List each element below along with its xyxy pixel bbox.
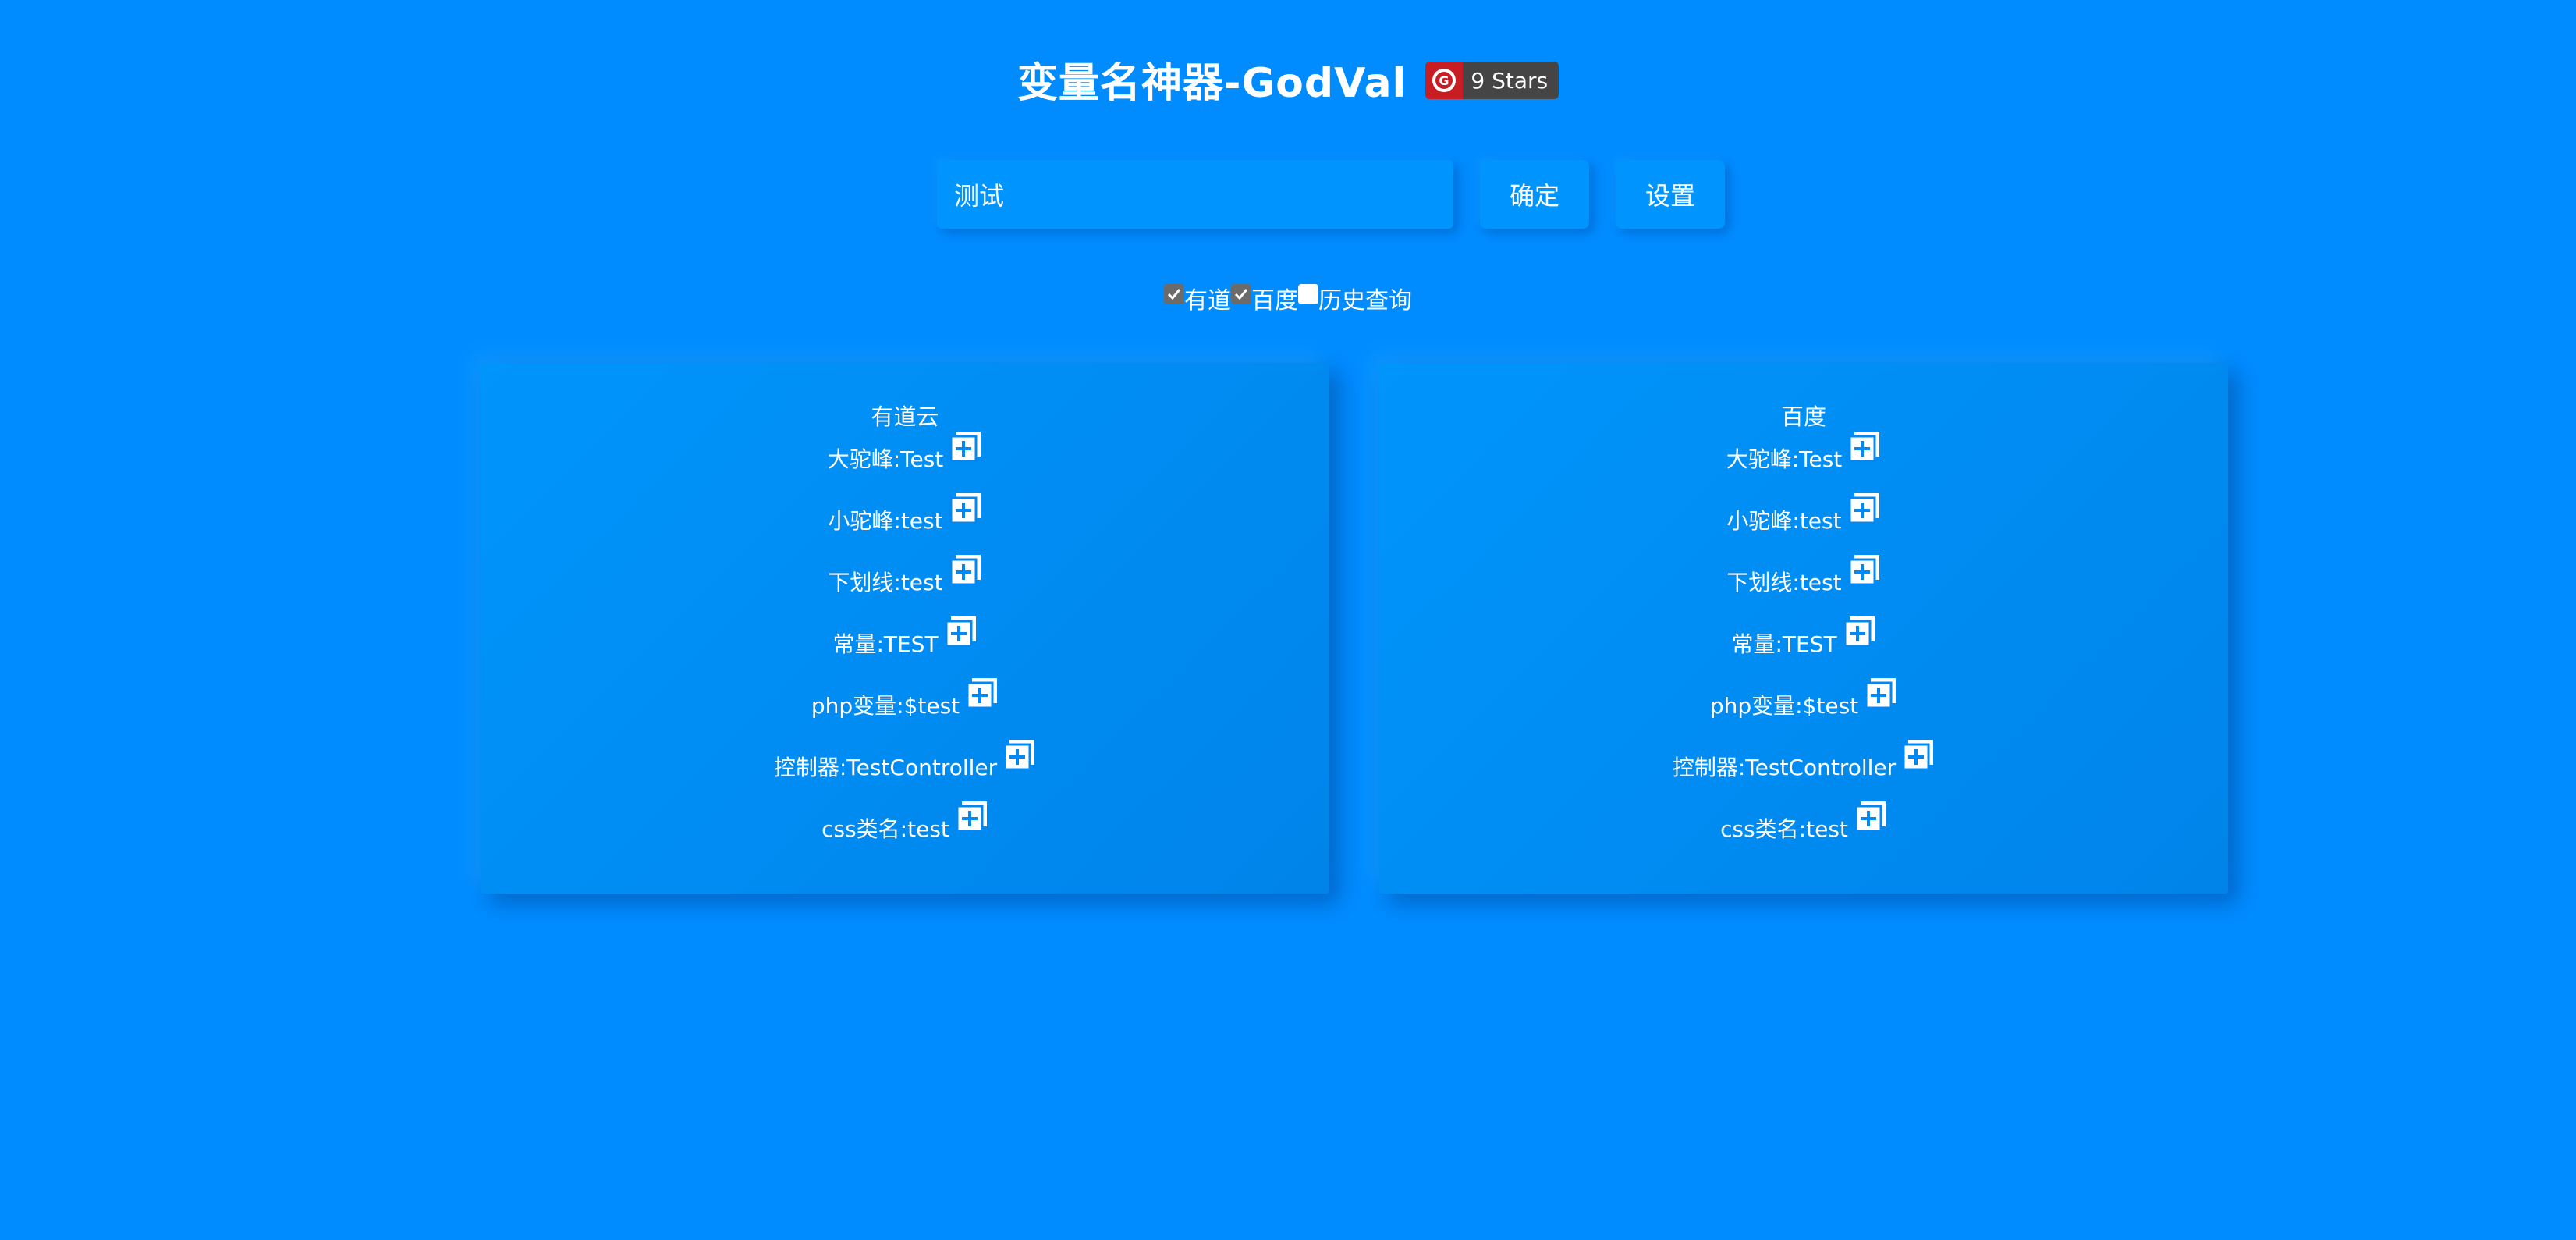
gitee-logo-icon: G [1425,62,1464,99]
page: 变量名神器-GodVal G 9 Stars 确定 设置 有道 [0,0,2576,1240]
result-row: 常量:TEST [481,616,1329,683]
result-row: 下划线:test [1379,555,2228,621]
result-row: php变量:$test [481,678,1329,744]
result-list: 大驼峰:Test 小驼峰:test 下划线:test 常量:TEST php变量… [481,432,1329,868]
result-row: css类名:test [1379,801,2228,868]
result-text: 下划线:test [1726,570,1842,595]
result-text: 下划线:test [828,570,943,595]
option-history[interactable]: 历史查询 [1298,281,1412,315]
result-row: css类名:test [481,801,1329,868]
youdao-results-panel: 有道云 大驼峰:Test 小驼峰:test 下划线:test 常量:TEST p… [481,363,1329,894]
result-text: 小驼峰:test [1726,508,1842,534]
page-title: 变量名神器-GodVal [1017,60,1407,107]
checkmark-icon [1167,289,1181,300]
search-row: 确定 设置 [937,160,1726,229]
result-row: 常量:TEST [1379,616,2228,683]
result-text: php变量:$test [1709,693,1859,719]
result-list: 大驼峰:Test 小驼峰:test 下划线:test 常量:TEST php变量… [1379,432,2228,868]
checkmark-icon [1234,289,1248,300]
baidu-results-panel: 百度 大驼峰:Test 小驼峰:test 下划线:test 常量:TEST ph… [1379,363,2228,894]
copy-icon[interactable] [1842,615,1876,649]
copy-icon[interactable] [948,553,982,588]
confirm-button[interactable]: 确定 [1480,160,1590,229]
copy-icon[interactable] [1863,677,1897,711]
result-row: 大驼峰:Test [1379,432,2228,498]
copy-icon[interactable] [1847,492,1881,526]
result-row: 下划线:test [481,555,1329,621]
result-text: 常量:TEST [832,631,939,657]
history-label: 历史查询 [1318,287,1412,314]
copy-icon[interactable] [1847,553,1881,588]
copy-icon[interactable] [1847,430,1881,464]
result-text: css类名:test [1720,816,1848,842]
result-text: 常量:TEST [1731,631,1837,657]
youdao-checkbox[interactable] [1164,284,1184,304]
youdao-label: 有道 [1184,287,1231,314]
copy-icon[interactable] [1853,800,1887,834]
copy-icon[interactable] [943,615,978,649]
panel-title: 有道云 [871,403,939,430]
result-row: php变量:$test [1379,678,2228,744]
baidu-label: 百度 [1251,287,1298,314]
copy-icon[interactable] [964,677,999,711]
option-youdao[interactable]: 有道 [1164,281,1231,315]
result-text: php变量:$test [811,693,960,719]
panel-title: 百度 [1780,403,1826,430]
result-row: 控制器:TestController [481,740,1329,806]
result-text: 小驼峰:test [828,508,943,534]
copy-icon[interactable] [948,492,982,526]
result-row: 控制器:TestController [1379,740,2228,806]
copy-icon[interactable] [954,800,988,834]
result-row: 小驼峰:test [481,493,1329,560]
result-text: 控制器:TestController [773,755,998,780]
result-text: 大驼峰:Test [1726,446,1843,472]
result-text: css类名:test [821,816,949,842]
result-row: 大驼峰:Test [481,432,1329,498]
settings-button[interactable]: 设置 [1616,160,1726,229]
search-input[interactable] [937,160,1453,229]
result-text: 控制器:TestController [1672,755,1897,780]
result-row: 小驼峰:test [1379,493,2228,560]
header: 变量名神器-GodVal G 9 Stars [0,48,2576,119]
result-text: 大驼峰:Test [827,446,944,472]
source-options: 有道 百度 历史查询 [0,281,2576,315]
option-baidu[interactable]: 百度 [1231,281,1298,315]
copy-icon[interactable] [948,430,982,464]
copy-icon[interactable] [1002,738,1036,773]
history-checkbox[interactable] [1298,284,1318,304]
svg-text:G: G [1439,73,1449,88]
stars-count: 9 Stars [1471,67,1549,94]
copy-icon[interactable] [1900,738,1935,773]
stars-badge[interactable]: G 9 Stars [1425,62,1559,99]
baidu-checkbox[interactable] [1231,284,1251,304]
